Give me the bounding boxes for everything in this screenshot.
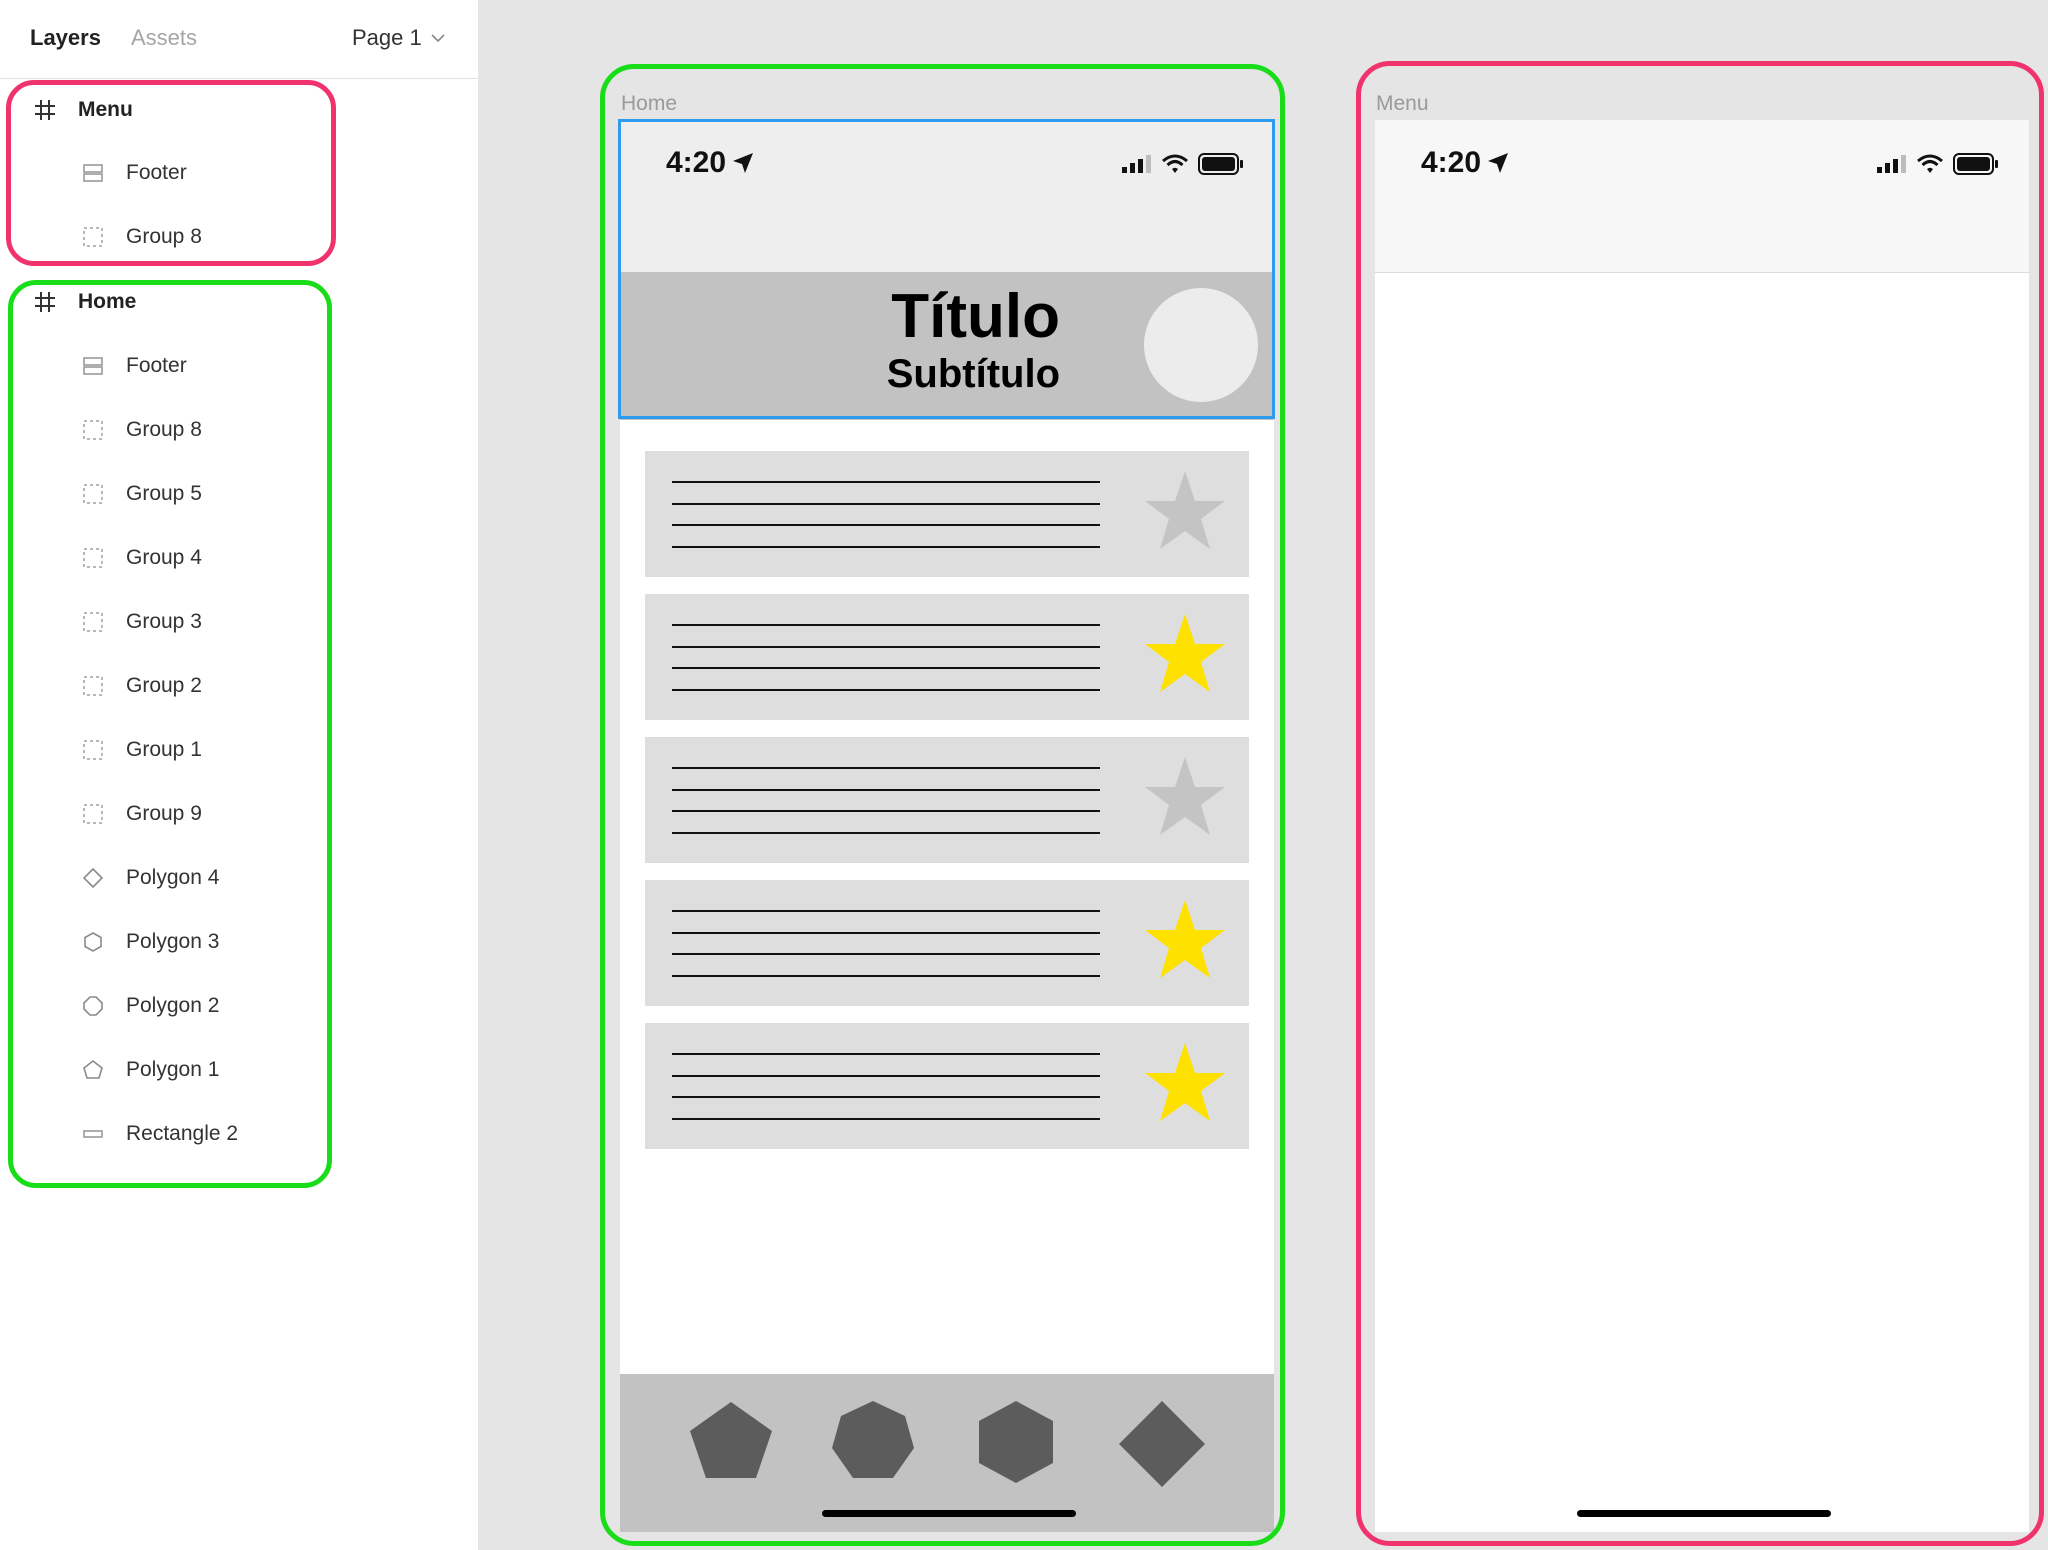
home-frame-highlight [600,64,1285,1546]
tab-assets[interactable]: Assets [131,24,197,52]
page-selector-label: Page 1 [352,25,422,50]
menu-frame-highlight [1356,61,2044,1546]
chevron-down-icon [431,33,445,42]
home-layers-highlight [8,280,332,1188]
panel-tabs: Layers Assets Page 1 [0,0,478,79]
tab-layers[interactable]: Layers [30,24,101,52]
page-selector[interactable]: Page 1 [352,24,445,52]
menu-layers-highlight [6,80,336,266]
